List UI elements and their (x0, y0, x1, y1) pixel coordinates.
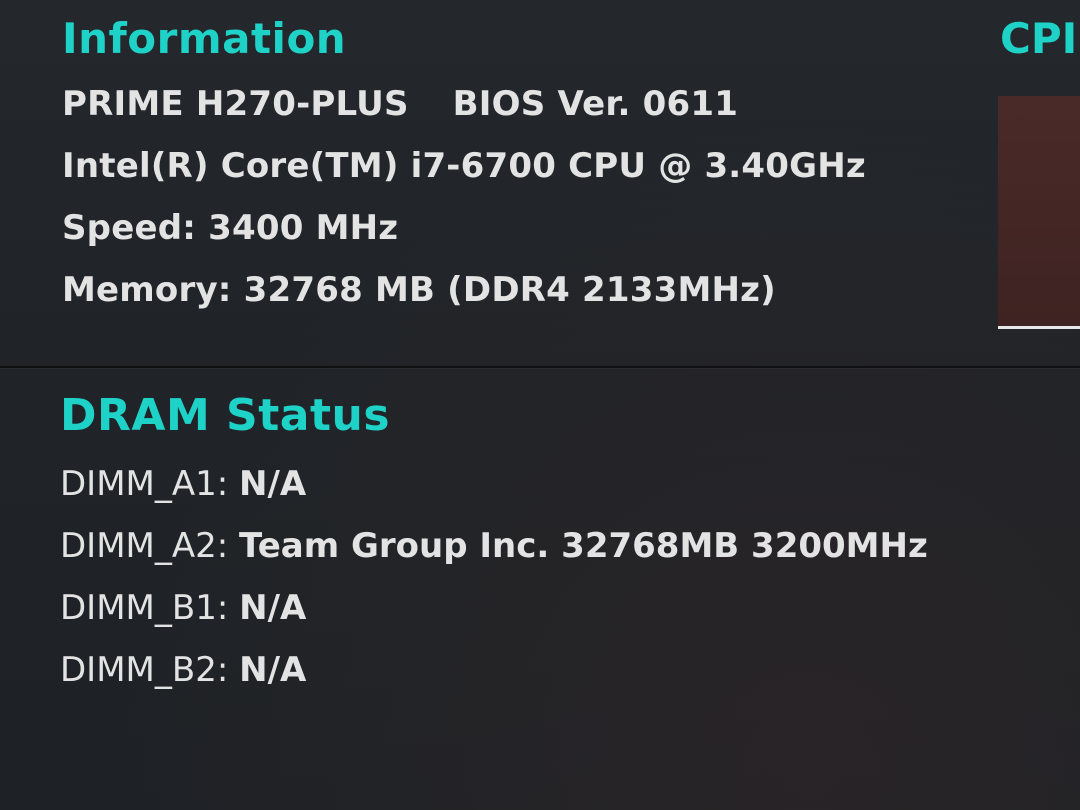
dimm-slot-value: Team Group Inc. 32768MB 3200MHz (239, 526, 928, 566)
cpu-section-title: CPI (1000, 14, 1078, 63)
memory-line: Memory: 32768 MB (DDR4 2133MHz) (62, 270, 776, 310)
dimm-slot-row: DIMM_B2: N/A (60, 650, 306, 690)
dimm-slot-label: DIMM_B2: (60, 650, 229, 690)
cpu-info-panel (998, 96, 1080, 329)
cpu-name: Intel(R) Core(TM) i7-6700 CPU @ 3.40GHz (62, 146, 866, 186)
dram-status-title: DRAM Status (60, 390, 391, 441)
dimm-slot-value: N/A (239, 588, 307, 628)
dimm-slot-row: DIMM_A1: N/A (60, 464, 306, 504)
board-info-line: PRIME H270-PLUS BIOS Ver. 0611 (62, 84, 738, 124)
dimm-slot-label: DIMM_A2: (60, 526, 229, 566)
dimm-slot-row: DIMM_B1: N/A (60, 588, 306, 628)
memory-label: Memory: (62, 270, 232, 310)
dimm-slot-value: N/A (239, 650, 307, 690)
dimm-slot-value: N/A (239, 464, 307, 504)
speed-value: 3400 MHz (208, 208, 399, 248)
information-title: Information (62, 14, 347, 63)
bios-version: BIOS Ver. 0611 (452, 84, 739, 124)
memory-value: 32768 MB (DDR4 2133MHz) (243, 270, 776, 310)
dimm-slot-label: DIMM_A1: (60, 464, 229, 504)
section-divider (0, 366, 1080, 368)
dimm-slot-label: DIMM_B1: (60, 588, 229, 628)
board-model: PRIME H270-PLUS (62, 84, 409, 124)
cpu-speed-line: Speed: 3400 MHz (62, 208, 398, 248)
dimm-slot-row: DIMM_A2: Team Group Inc. 32768MB 3200MHz (60, 526, 928, 566)
bios-screen: Information CPI PRIME H270-PLUS BIOS Ver.… (0, 0, 1080, 810)
speed-label: Speed: (62, 208, 197, 248)
